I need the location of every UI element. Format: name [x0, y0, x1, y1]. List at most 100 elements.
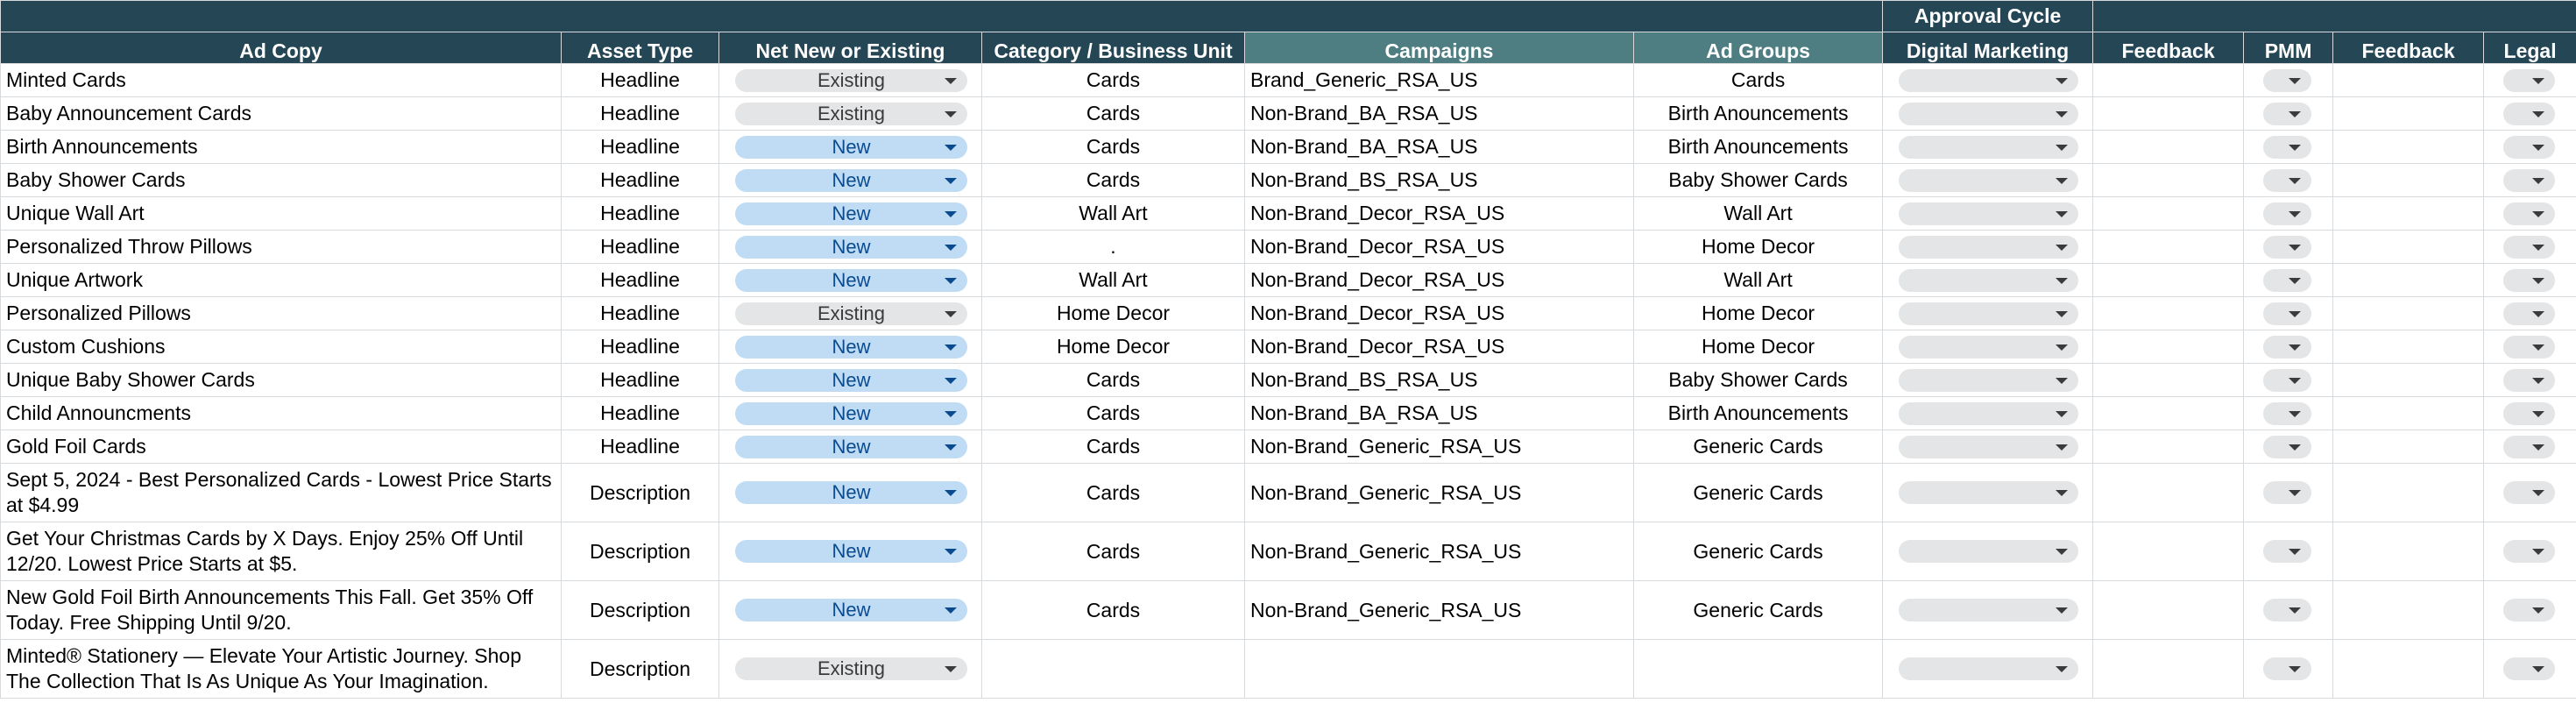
legal-dropdown[interactable] [2503, 168, 2556, 192]
status-dropdown[interactable]: New [735, 335, 967, 359]
net-new-or-existing-cell[interactable]: Existing [718, 639, 982, 699]
dropdown-arrow-icon[interactable] [2532, 277, 2545, 284]
feedback-cell[interactable] [2092, 580, 2245, 640]
col-header-net-new-or-existing[interactable]: Net New or Existing [718, 32, 982, 64]
dropdown-arrow-icon[interactable] [2289, 607, 2302, 614]
ad-copy-cell[interactable]: Personalized Pillows [0, 296, 562, 330]
col-header-ad-groups[interactable]: Ad Groups [1632, 32, 1884, 64]
status-dropdown[interactable]: New [735, 540, 967, 563]
dropdown-arrow-icon[interactable] [2289, 344, 2302, 351]
dropdown-arrow-icon[interactable] [945, 444, 957, 451]
digital-marketing-cell[interactable] [1882, 463, 2094, 522]
dropdown-arrow-icon[interactable] [2289, 177, 2302, 184]
feedback-cell[interactable] [2332, 63, 2485, 97]
feedback-cell[interactable] [2092, 163, 2245, 197]
net-new-or-existing-cell[interactable]: New [718, 396, 982, 430]
dropdown-arrow-icon[interactable] [2056, 666, 2069, 672]
campaign-cell[interactable]: Non-Brand_BA_RSA_US [1244, 396, 1634, 430]
legal-dropdown[interactable] [2503, 435, 2556, 458]
campaign-cell[interactable]: Non-Brand_Decor_RSA_US [1244, 263, 1634, 297]
digital-marketing-cell[interactable] [1882, 230, 2094, 264]
dropdown-arrow-icon[interactable] [2289, 549, 2302, 555]
feedback-cell[interactable] [2332, 196, 2485, 231]
legal-dropdown[interactable] [2503, 268, 2556, 292]
pmm-dropdown[interactable] [2263, 135, 2312, 159]
dropdown-arrow-icon[interactable] [2532, 666, 2545, 672]
status-dropdown[interactable]: Existing [735, 68, 967, 92]
legal-cell[interactable] [2483, 330, 2576, 364]
feedback-cell[interactable] [2092, 363, 2245, 397]
digital-marketing-cell[interactable] [1882, 522, 2094, 581]
feedback-cell[interactable] [2092, 263, 2245, 297]
digital-marketing-dropdown[interactable] [1899, 268, 2079, 292]
ad-group-cell[interactable]: Birth Anouncements [1632, 396, 1884, 430]
digital-marketing-cell[interactable] [1882, 130, 2094, 164]
dropdown-arrow-icon[interactable] [2056, 344, 2069, 351]
status-dropdown[interactable]: New [735, 481, 967, 504]
dropdown-arrow-icon[interactable] [945, 144, 957, 151]
status-dropdown[interactable]: Existing [735, 102, 967, 125]
pmm-cell[interactable] [2243, 430, 2334, 464]
legal-dropdown[interactable] [2503, 335, 2556, 359]
category-cell[interactable]: Wall Art [981, 196, 1245, 231]
status-dropdown[interactable]: New [735, 599, 967, 621]
feedback-cell[interactable] [2092, 330, 2245, 364]
col-header-category[interactable]: Category / Business Unit [981, 32, 1245, 64]
ad-group-cell[interactable]: Generic Cards [1632, 580, 1884, 640]
ad-group-cell[interactable]: Home Decor [1632, 296, 1884, 330]
digital-marketing-dropdown[interactable] [1899, 657, 2079, 680]
category-cell[interactable]: Cards [981, 363, 1245, 397]
feedback-cell[interactable] [2092, 396, 2245, 430]
net-new-or-existing-cell[interactable]: New [718, 580, 982, 640]
pmm-dropdown[interactable] [2263, 401, 2312, 425]
asset-type-cell[interactable]: Headline [561, 163, 719, 197]
legal-dropdown[interactable] [2503, 540, 2556, 563]
feedback-cell[interactable] [2332, 230, 2485, 264]
category-cell[interactable]: Home Decor [981, 296, 1245, 330]
dropdown-arrow-icon[interactable] [2056, 310, 2069, 317]
feedback-cell[interactable] [2332, 639, 2485, 699]
dropdown-arrow-icon[interactable] [2289, 77, 2302, 84]
asset-type-cell[interactable]: Headline [561, 296, 719, 330]
legal-cell[interactable] [2483, 363, 2576, 397]
digital-marketing-cell[interactable] [1882, 63, 2094, 97]
pmm-cell[interactable] [2243, 230, 2334, 264]
pmm-dropdown[interactable] [2263, 102, 2312, 125]
legal-dropdown[interactable] [2503, 657, 2556, 680]
dropdown-arrow-icon[interactable] [2056, 549, 2069, 555]
status-dropdown[interactable]: New [735, 202, 967, 225]
net-new-or-existing-cell[interactable]: Existing [718, 296, 982, 330]
pmm-dropdown[interactable] [2263, 68, 2312, 92]
ad-copy-cell[interactable]: Baby Announcement Cards [0, 96, 562, 131]
status-dropdown[interactable]: New [735, 435, 967, 458]
pmm-dropdown[interactable] [2263, 368, 2312, 392]
legal-cell[interactable] [2483, 263, 2576, 297]
ad-copy-cell[interactable]: Child Announcments [0, 396, 562, 430]
digital-marketing-dropdown[interactable] [1899, 235, 2079, 259]
digital-marketing-cell[interactable] [1882, 430, 2094, 464]
legal-dropdown[interactable] [2503, 68, 2556, 92]
pmm-cell[interactable] [2243, 296, 2334, 330]
pmm-dropdown[interactable] [2263, 540, 2312, 563]
digital-marketing-dropdown[interactable] [1899, 481, 2079, 504]
dropdown-arrow-icon[interactable] [945, 666, 957, 672]
dropdown-arrow-icon[interactable] [2532, 210, 2545, 217]
dropdown-arrow-icon[interactable] [2532, 177, 2545, 184]
feedback-cell[interactable] [2332, 396, 2485, 430]
dropdown-arrow-icon[interactable] [2532, 244, 2545, 251]
legal-cell[interactable] [2483, 430, 2576, 464]
ad-copy-cell[interactable]: Unique Baby Shower Cards [0, 363, 562, 397]
dropdown-arrow-icon[interactable] [2289, 444, 2302, 451]
feedback-cell[interactable] [2092, 230, 2245, 264]
feedback-cell[interactable] [2092, 463, 2245, 522]
status-dropdown[interactable]: New [735, 268, 967, 292]
status-dropdown[interactable]: New [735, 168, 967, 192]
legal-dropdown[interactable] [2503, 235, 2556, 259]
legal-dropdown[interactable] [2503, 202, 2556, 225]
ad-group-cell[interactable]: Wall Art [1632, 263, 1884, 297]
category-cell[interactable]: Home Decor [981, 330, 1245, 364]
pmm-dropdown[interactable] [2263, 599, 2312, 621]
feedback-cell[interactable] [2332, 363, 2485, 397]
net-new-or-existing-cell[interactable]: New [718, 263, 982, 297]
dropdown-arrow-icon[interactable] [2056, 210, 2069, 217]
